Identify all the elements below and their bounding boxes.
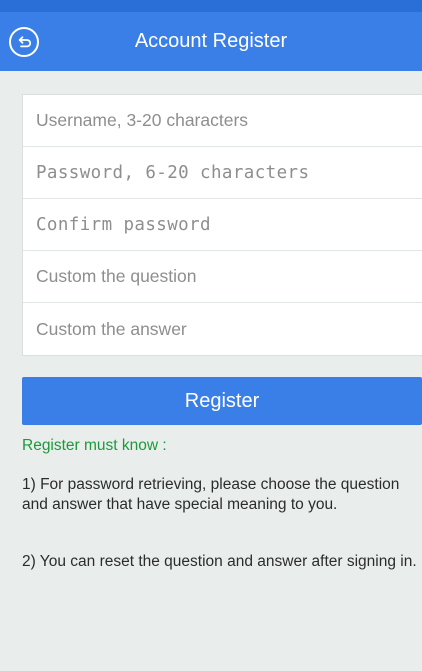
username-input[interactable]	[23, 95, 422, 146]
notice-title: Register must know :	[22, 437, 167, 454]
app-header: Account Register	[0, 12, 422, 71]
username-row	[23, 95, 422, 147]
confirm-password-row	[23, 199, 422, 251]
question-input[interactable]	[23, 251, 422, 302]
status-bar	[0, 0, 422, 12]
register-form	[22, 94, 422, 356]
answer-input[interactable]	[23, 303, 422, 355]
notice-item: 2) You can reset the question and answer…	[22, 553, 417, 570]
question-row	[23, 251, 422, 303]
register-button[interactable]: Register	[22, 377, 422, 425]
confirm-password-input[interactable]	[23, 199, 422, 250]
answer-row	[23, 303, 422, 355]
notice-item: 1) For password retrieving, please choos…	[22, 476, 400, 513]
password-row	[23, 147, 422, 199]
password-input[interactable]	[23, 147, 422, 198]
page-title: Account Register	[134, 30, 288, 52]
